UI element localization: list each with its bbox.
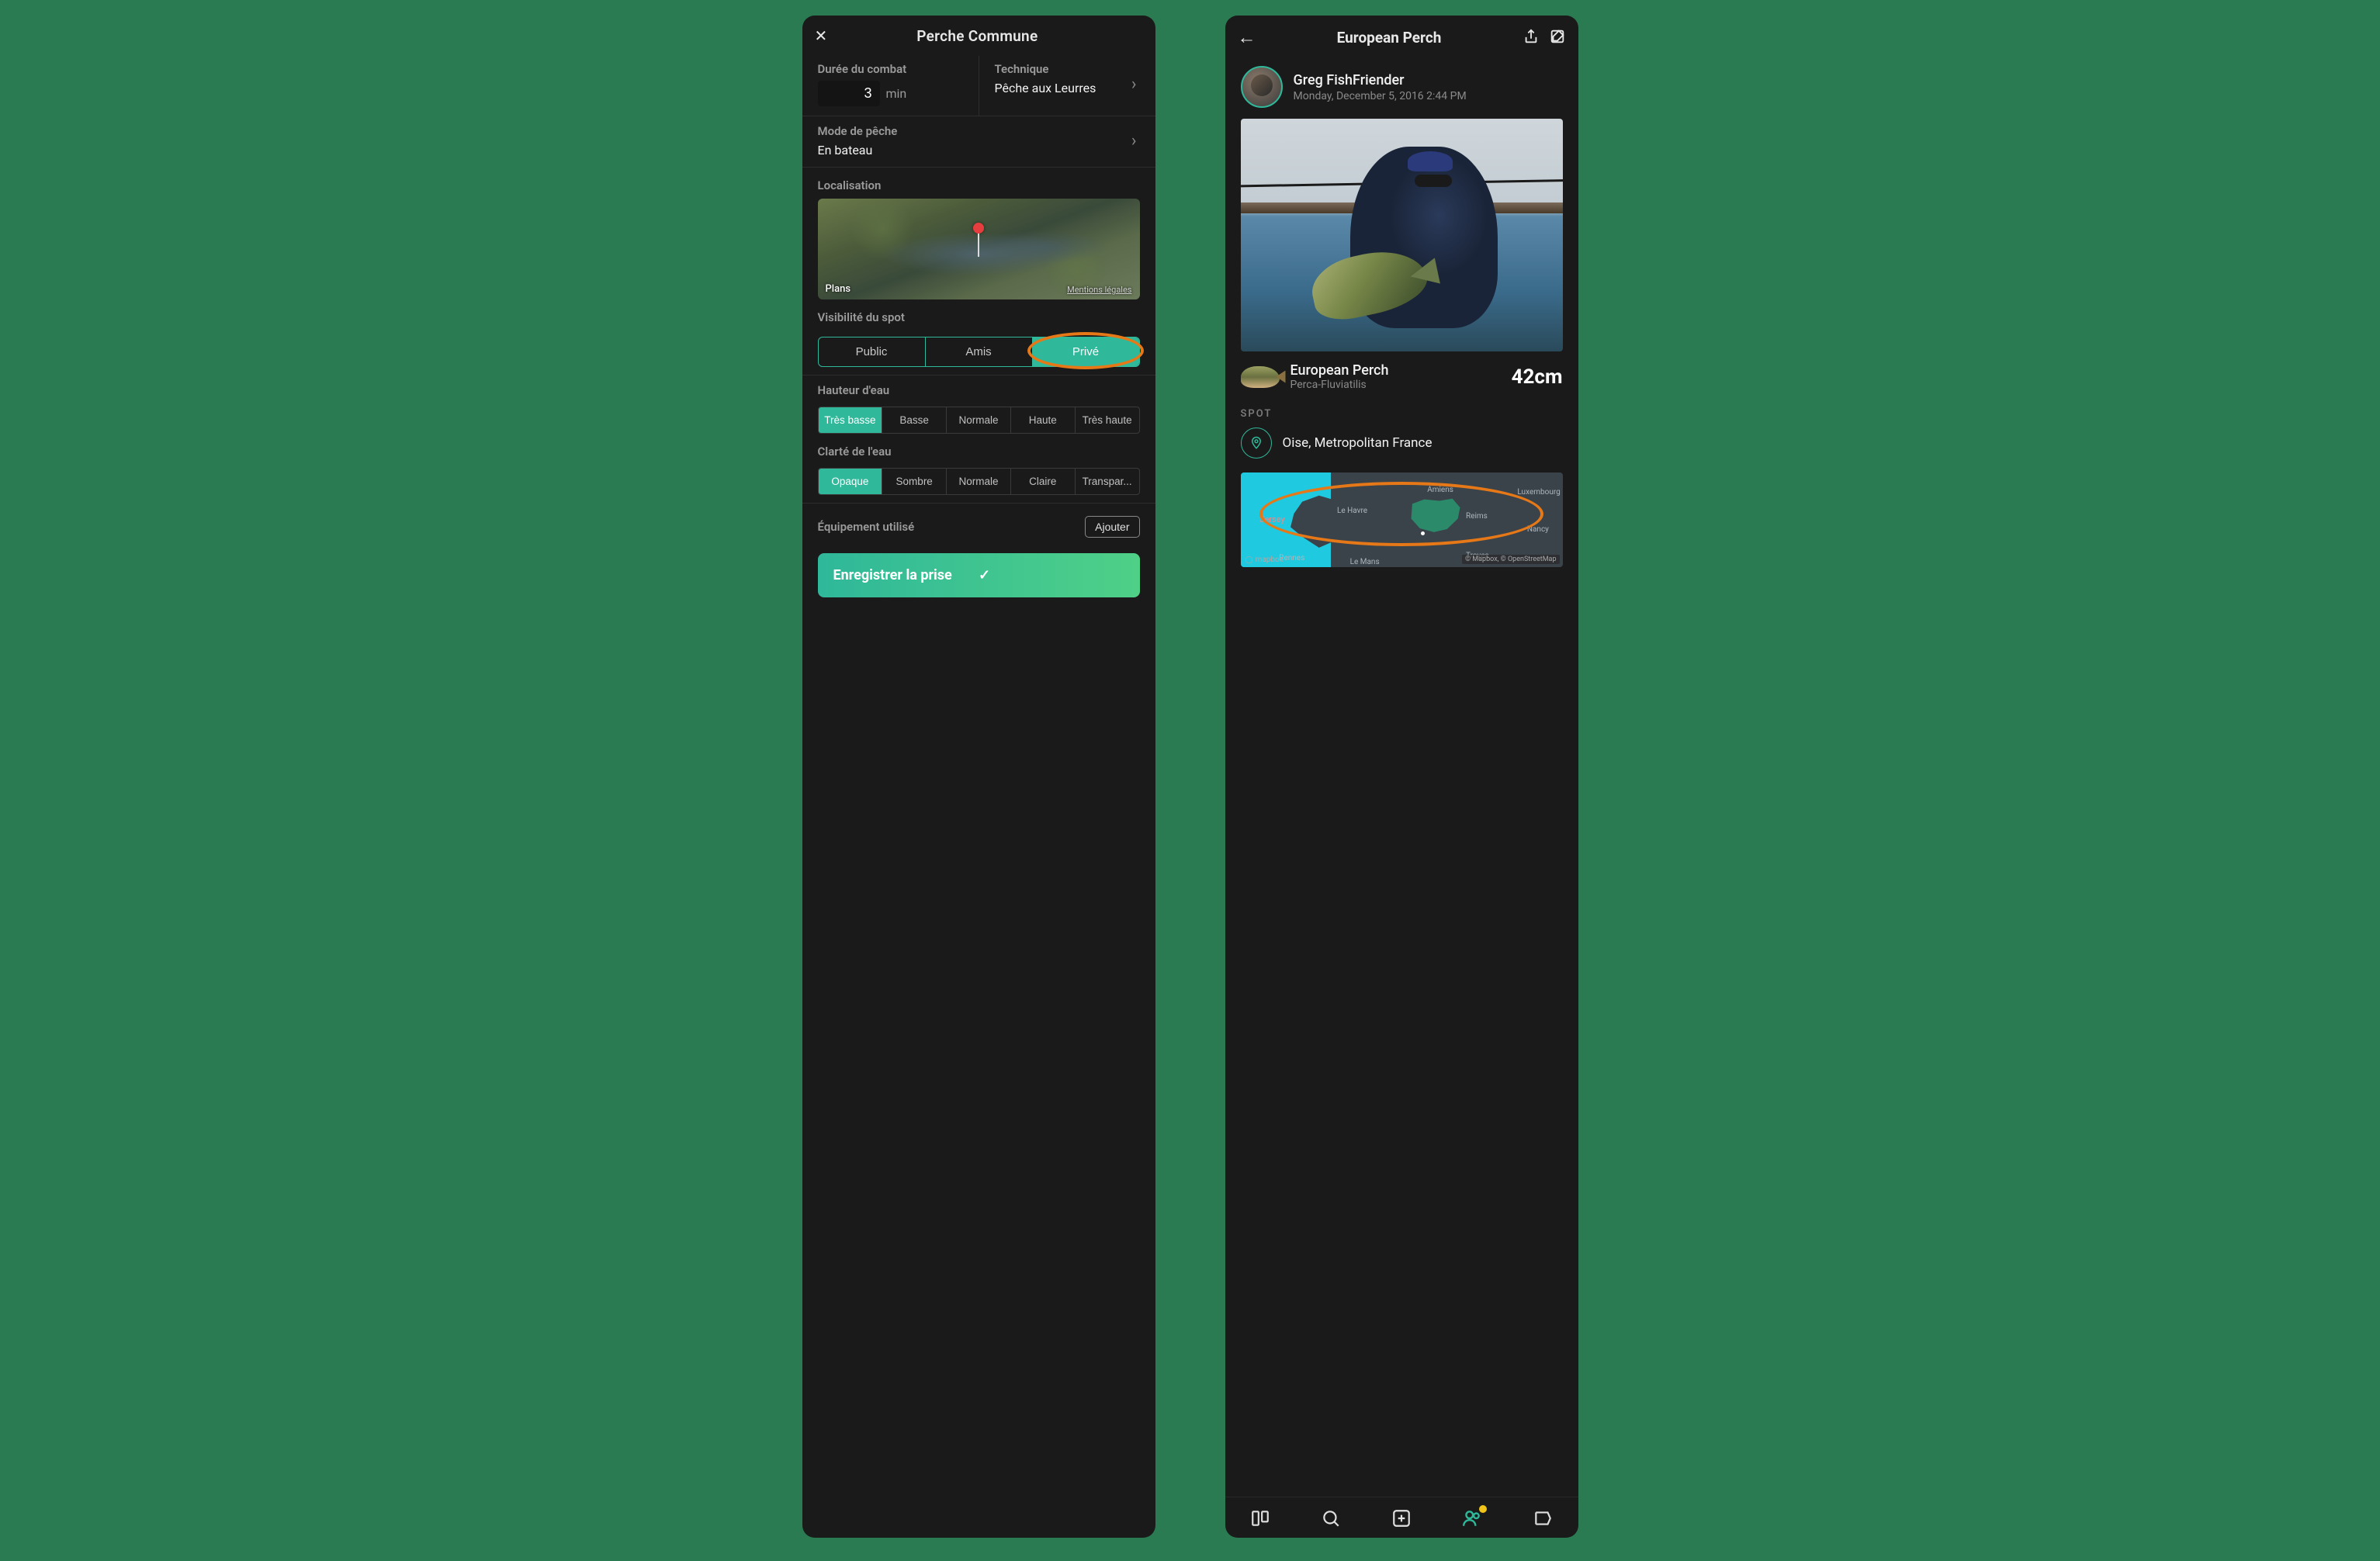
water-clarity-label: Clarté de l'eau [802,440,1155,465]
species-common-name: European Perch [1290,362,1501,379]
check-icon: ✓ [979,567,1124,583]
species-row: European Perch Perca-Fluviatilis 42cm [1225,351,1578,400]
wh-basse[interactable]: Basse [882,407,946,433]
row-duration-technique: Durée du combat min Technique Pêche aux … [802,56,1155,116]
mapbox-attribution: mapbox [1245,556,1284,564]
wh-tresbasse[interactable]: Très basse [819,407,882,433]
technique-label: Technique [995,62,1131,76]
tab-add[interactable] [1391,1508,1412,1528]
apple-maps-attribution: Plans [824,283,851,295]
avatar [1241,66,1283,108]
fish-icon [1241,366,1280,388]
add-equipment-button[interactable]: Ajouter [1085,516,1139,538]
location-pin-icon [1241,427,1272,459]
edit-icon[interactable] [1549,28,1566,48]
wh-haute[interactable]: Haute [1010,407,1075,433]
tab-search[interactable] [1321,1508,1341,1528]
fight-duration-label: Durée du combat [818,62,963,76]
wc-transparente[interactable]: Transpar... [1075,469,1139,494]
wh-normale[interactable]: Normale [946,407,1010,433]
edit-catch-screen: ✕ Perche Commune Durée du combat min Tec… [802,16,1155,1538]
catch-size: 42cm [1512,365,1563,389]
technique-row[interactable]: Technique Pêche aux Leurres › [979,56,1155,116]
wh-treshaute[interactable]: Très haute [1075,407,1139,433]
chevron-right-icon: › [1131,74,1140,94]
species-latin-name: Perca-Fluviatilis [1290,379,1501,391]
tab-social[interactable] [1462,1508,1482,1528]
header: ← European Perch [1225,16,1578,60]
catch-date: Monday, December 5, 2016 2:44 PM [1294,90,1467,102]
fishing-mode-row[interactable]: Mode de pêche En bateau › [802,116,1155,168]
wc-opaque[interactable]: Opaque [819,469,882,494]
map-label-lemans: Le Mans [1350,558,1380,566]
visibility-friends[interactable]: Amis [925,337,1032,366]
map-pin-icon [973,223,984,257]
back-icon[interactable]: ← [1238,26,1256,49]
save-label: Enregistrer la prise [833,567,979,583]
annotation-ellipse [1259,482,1543,546]
catch-photo[interactable] [1241,119,1563,351]
water-height-segmented: Très basse Basse Normale Haute Très haut… [818,407,1140,434]
visibility-segmented: Public Amis Privé [818,337,1140,367]
wc-sombre[interactable]: Sombre [882,469,946,494]
wc-normale[interactable]: Normale [946,469,1010,494]
page-title: European Perch [1266,29,1513,47]
spot-map[interactable]: Jersey Le Havre Amiens Reims Nancy Renne… [1241,472,1563,567]
water-height-label: Hauteur d'eau [802,379,1155,403]
visibility-label: Visibilité du spot [802,299,1155,331]
equipment-label: Équipement utilisé [818,520,1086,534]
user-name: Greg FishFriender [1294,72,1467,88]
mode-label: Mode de pêche [818,124,1131,138]
notification-badge [1479,1505,1487,1513]
map-label-lux: Luxembourg [1517,488,1560,497]
spot-name: Oise, Metropolitan France [1283,435,1433,451]
legal-link[interactable]: Mentions légales [1067,285,1131,295]
water-clarity-segmented: Opaque Sombre Normale Claire Transpar... [818,468,1140,495]
user-row[interactable]: Greg FishFriender Monday, December 5, 20… [1225,60,1578,119]
osm-attribution: © Mapbox, © OpenStreetMap [1462,555,1560,564]
localisation-label: Localisation [802,168,1155,199]
page-title: Perche Commune [827,27,1127,45]
mode-value: En bateau [818,143,1131,157]
spot-section-label: SPOT [1225,400,1578,424]
header: ✕ Perche Commune [802,16,1155,56]
catch-detail-screen: ← European Perch Greg FishFriender Monda… [1225,16,1578,1538]
share-icon[interactable] [1523,28,1540,48]
duration-unit: min [886,86,907,101]
chevron-right-icon: › [1131,131,1140,151]
wc-claire[interactable]: Claire [1010,469,1075,494]
tab-feed[interactable] [1250,1508,1270,1528]
equipment-row: Équipement utilisé Ajouter [802,507,1155,547]
tab-more[interactable] [1533,1508,1553,1528]
technique-value: Pêche aux Leurres [995,81,1131,95]
visibility-public[interactable]: Public [819,337,925,366]
fight-duration-input[interactable] [818,81,880,106]
visibility-private[interactable]: Privé [1032,337,1139,366]
close-icon[interactable]: ✕ [815,26,828,45]
tab-bar [1225,1497,1578,1538]
save-catch-button[interactable]: Enregistrer la prise ✓ [818,553,1140,597]
location-map[interactable]: Plans Mentions légales [818,199,1140,299]
spot-row[interactable]: Oise, Metropolitan France [1225,424,1578,468]
